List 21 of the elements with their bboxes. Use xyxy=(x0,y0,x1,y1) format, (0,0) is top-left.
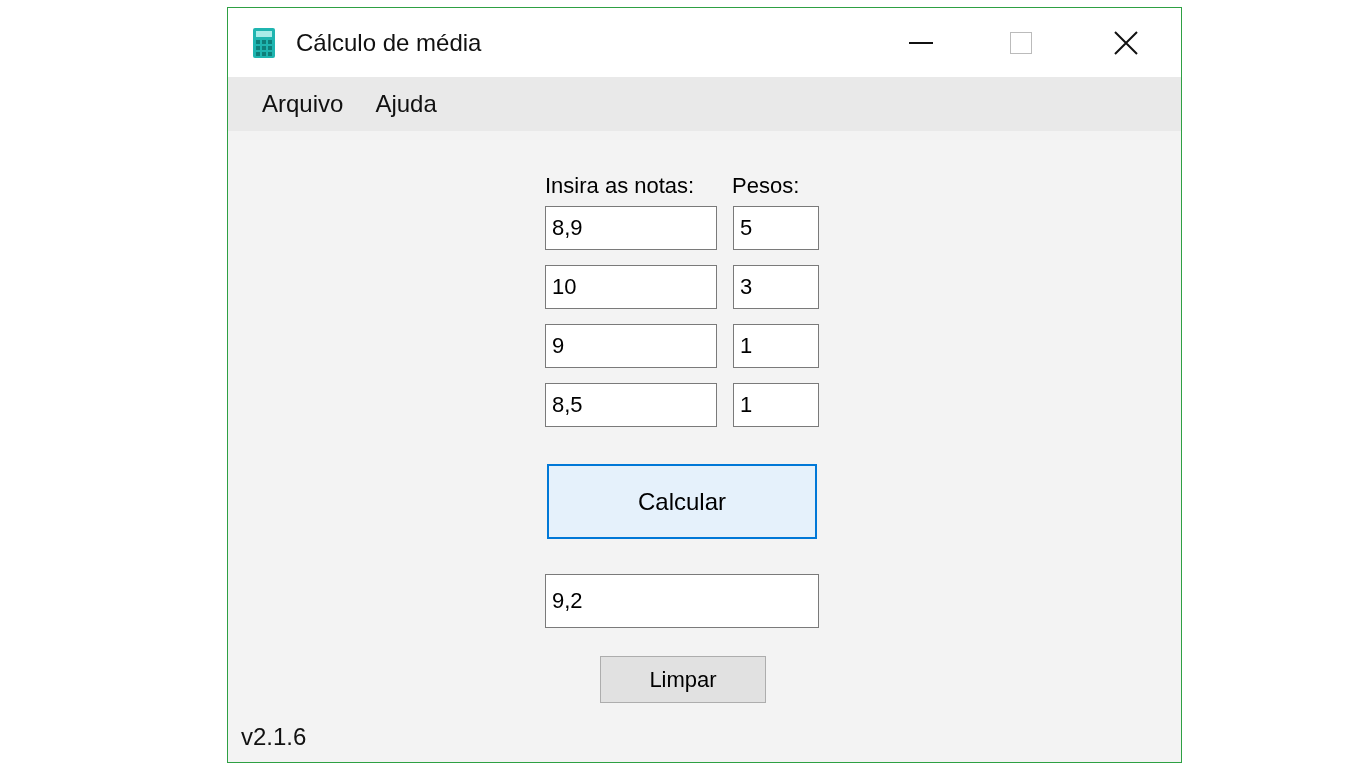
window-title: Cálculo de média xyxy=(296,27,482,58)
weights-label: Pesos: xyxy=(732,172,800,200)
note-field[interactable]: 8,5 xyxy=(545,383,717,427)
clear-button[interactable]: Limpar xyxy=(600,656,766,703)
result-field[interactable]: 9,2 xyxy=(545,574,819,628)
note-field[interactable]: 10 xyxy=(545,265,717,309)
calculate-button[interactable]: Calcular xyxy=(547,464,817,539)
version-label: v2.1.6 xyxy=(241,722,308,752)
note-field[interactable]: 9 xyxy=(545,324,717,368)
minimize-icon xyxy=(909,41,933,44)
note-field[interactable]: 8,9 xyxy=(545,206,717,250)
close-icon xyxy=(1114,30,1138,55)
maximize-icon xyxy=(1010,31,1032,54)
weight-field[interactable]: 1 xyxy=(733,383,819,427)
weight-field[interactable]: 5 xyxy=(733,206,819,250)
weight-field[interactable]: 1 xyxy=(733,324,819,368)
notes-label: Insira as notas: xyxy=(545,172,696,200)
weight-field[interactable]: 3 xyxy=(733,265,819,309)
calculator-icon xyxy=(252,26,276,59)
menu-item[interactable]: Arquivo xyxy=(252,86,354,122)
menu-item[interactable]: Ajuda xyxy=(365,86,447,122)
